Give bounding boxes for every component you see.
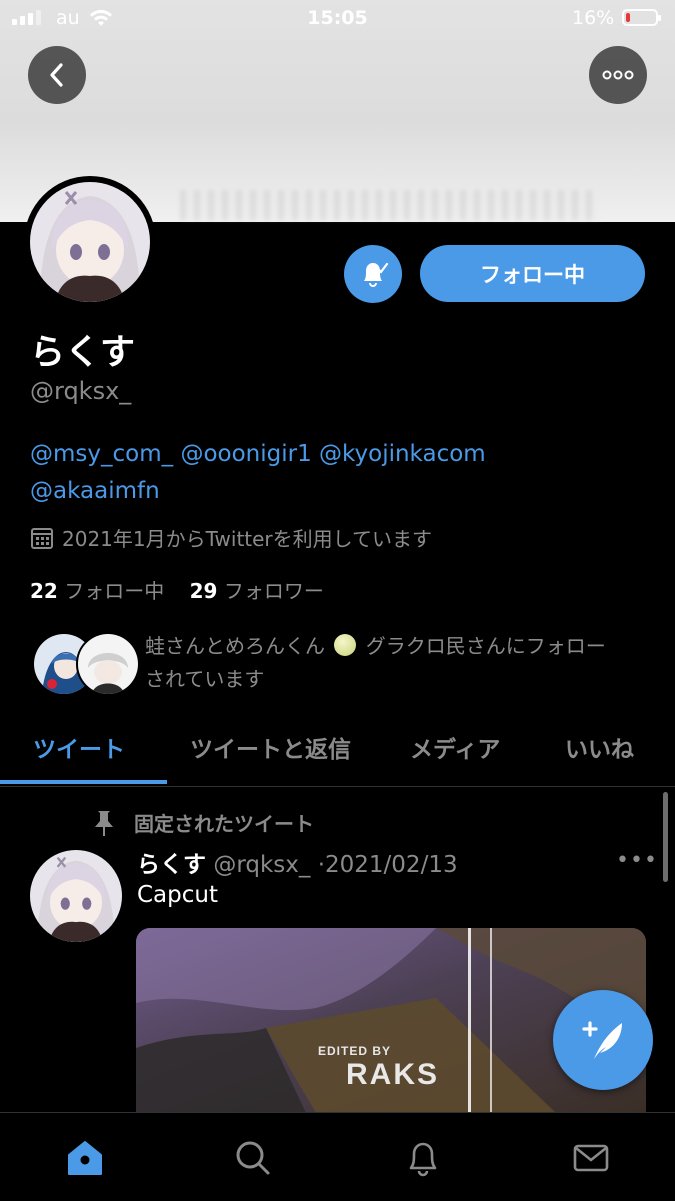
- tweet-separator: ·: [317, 852, 326, 878]
- more-options-button[interactable]: [589, 46, 647, 104]
- tweet-text: Capcut: [137, 882, 218, 908]
- tweet-author-name[interactable]: らくす: [137, 852, 206, 878]
- scrollbar[interactable]: [663, 792, 668, 882]
- followed-by-text[interactable]: 蛙さんとめろんくん グラクロ民さんにフォロー されています: [145, 630, 645, 696]
- nav-messages[interactable]: [566, 1133, 616, 1183]
- profile-bio: @msy_com_ @ooonigir1 @kyojinkacom @akaai…: [30, 436, 650, 510]
- pinned-label-text: 固定されたツイート: [134, 812, 314, 836]
- bottom-navigation: [0, 1112, 675, 1201]
- home-icon: [68, 1141, 102, 1175]
- tab-tweets[interactable]: ツイート: [33, 730, 125, 764]
- mail-icon: [573, 1144, 609, 1172]
- following-label: フォロー中: [64, 579, 165, 603]
- search-icon: [236, 1141, 270, 1175]
- display-name: らくす: [30, 333, 136, 373]
- bio-mention-link[interactable]: @kyojinkacom: [319, 441, 486, 467]
- followers-count-link[interactable]: 29 フォロワー: [190, 579, 324, 603]
- calendar-icon: [31, 527, 53, 549]
- following-button[interactable]: フォロー中: [420, 245, 645, 302]
- followed-by-names-suffix: グラクロ民さんにフォロー: [365, 634, 606, 658]
- feather-plus-icon: [582, 1021, 622, 1059]
- pinned-tweet-label: 固定されたツイート: [92, 808, 314, 837]
- tab-tweets-and-replies[interactable]: ツイートと返信: [190, 730, 351, 764]
- tweet-date: 2021/02/13: [325, 852, 458, 878]
- battery-icon: [622, 9, 661, 26]
- ellipsis-icon: [602, 70, 634, 80]
- melon-emoji: [334, 634, 357, 656]
- profile-tabs: ツイート ツイートと返信 メディア いいね: [0, 718, 675, 787]
- following-count: 22: [30, 579, 58, 603]
- nav-search[interactable]: [228, 1133, 278, 1183]
- tab-media[interactable]: メディア: [410, 730, 500, 764]
- join-date-text: 2021年1月からTwitterを利用しています: [62, 527, 433, 551]
- followed-by-suffix: されています: [145, 667, 265, 691]
- nav-notifications[interactable]: [398, 1133, 448, 1183]
- following-count-link[interactable]: 22 フォロー中: [30, 579, 164, 603]
- tweet-header: らくす @rqksx_ ·2021/02/13: [137, 845, 458, 879]
- chevron-left-icon: [50, 63, 63, 87]
- mutual-avatar: [76, 632, 140, 696]
- battery-percent: 16%: [572, 7, 615, 29]
- media-overlay-small: EDITED BY: [318, 1044, 391, 1058]
- tweet-author-handle: @rqksx_: [213, 852, 311, 878]
- follow-counts: 22 フォロー中 29 フォロワー: [30, 575, 324, 604]
- banner-texture: [180, 190, 600, 220]
- tab-likes[interactable]: いいね: [565, 730, 634, 764]
- tweet-author-avatar[interactable]: [30, 850, 122, 942]
- notifications-toggle-button[interactable]: [344, 245, 402, 303]
- followers-label: フォロワー: [223, 579, 324, 603]
- bio-mention-link[interactable]: @ooonigir1: [180, 441, 311, 467]
- bell-check-icon: [364, 262, 389, 287]
- status-bar: au 15:05 16%: [0, 0, 675, 38]
- bio-mention-link[interactable]: @akaaimfn: [30, 478, 160, 504]
- followers-count: 29: [189, 579, 218, 603]
- tweet-more-button[interactable]: •••: [616, 848, 658, 873]
- back-button[interactable]: [28, 46, 86, 104]
- pin-icon: [95, 810, 113, 836]
- media-overlay-large: RAKS: [346, 1058, 439, 1091]
- bio-mention-link[interactable]: @msy_com_: [30, 441, 173, 467]
- active-tab-indicator: [0, 780, 167, 784]
- compose-tweet-button[interactable]: [553, 990, 653, 1090]
- followed-by-names: 蛙さんとめろんくん: [145, 634, 325, 658]
- profile-avatar[interactable]: [24, 176, 156, 308]
- join-date: 2021年1月からTwitterを利用しています: [30, 523, 432, 552]
- followed-by-avatars[interactable]: [32, 632, 140, 696]
- bell-icon: [409, 1142, 437, 1177]
- nav-home[interactable]: [60, 1133, 110, 1183]
- user-handle: @rqksx_: [30, 377, 132, 405]
